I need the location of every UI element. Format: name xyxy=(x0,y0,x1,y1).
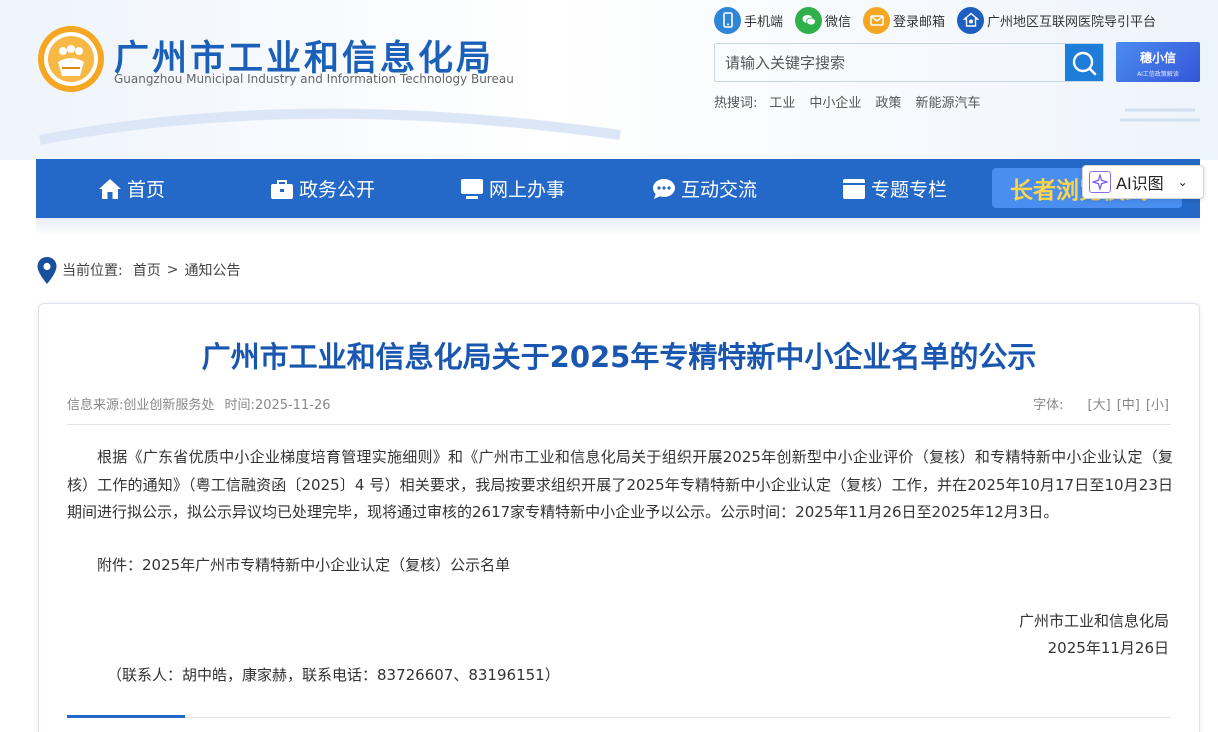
article-body: 根据《广东省优质中小企业梯度培育管理实施细则》和《广州市工业和信息化局关于组织开… xyxy=(67,448,1173,521)
mobile-link[interactable]: 手机端 xyxy=(714,6,784,34)
font-size-small[interactable]: [小] xyxy=(1146,394,1169,413)
nav-special-topics[interactable]: 专题专栏 xyxy=(842,175,947,202)
breadcrumb: 当前位置: 首页 > 通知公告 xyxy=(36,255,240,285)
search-button[interactable] xyxy=(1065,44,1103,81)
breadcrumb-home[interactable]: 首页 xyxy=(133,260,161,280)
top-links: 手机端 微信 登录邮箱 广州地区互联网医院导引平台 xyxy=(714,6,1168,34)
article-source: 创业创新服务处 xyxy=(123,398,215,413)
monitor-icon xyxy=(461,178,483,199)
ai-banner-subtitle: AI工信政策解读 xyxy=(1137,71,1179,78)
site-name-english: Guangzhou Municipal Industry and Informa… xyxy=(114,72,514,86)
time-label: 时间: xyxy=(224,398,255,413)
main-nav: 首页 政务公开 网上办事 互动交流 专题专栏 长者浏览模式 xyxy=(36,159,1200,218)
ai-image-recognition-widget[interactable]: AI识图 ⌄ xyxy=(1082,165,1204,199)
nav-government-affairs-label: 政务公开 xyxy=(299,179,376,201)
folder-icon xyxy=(843,178,865,199)
sparkle-icon xyxy=(1089,171,1111,193)
ai-widget-label: AI识图 xyxy=(1116,174,1164,193)
nav-shadow xyxy=(36,218,1200,236)
hot-words-label: 热搜词: xyxy=(714,96,758,111)
title-divider xyxy=(67,424,1171,425)
hot-word[interactable]: 新能源汽车 xyxy=(915,92,980,111)
attachment-link[interactable]: 附件：2025年广州市专精特新中小企业认定（复核）公示名单 xyxy=(97,554,510,575)
article-title: 广州市工业和信息化局关于2025年专精特新中小企业名单的公示 xyxy=(201,340,1037,374)
footer-accent xyxy=(67,715,185,718)
font-size-large[interactable]: [大] xyxy=(1088,394,1111,413)
home-icon xyxy=(99,178,121,199)
hospital-icon xyxy=(957,6,985,34)
font-size-medium[interactable]: [中] xyxy=(1117,394,1140,413)
hot-words: 热搜词: 工业 中小企业 政策 新能源汽车 xyxy=(714,92,994,111)
search-icon xyxy=(1072,51,1097,75)
wechat-link[interactable]: 微信 xyxy=(795,6,852,34)
font-size-label: 字体: xyxy=(1033,398,1064,413)
search-box xyxy=(714,43,1104,82)
hot-word[interactable]: 中小企业 xyxy=(809,92,861,111)
nav-online-services-label: 网上办事 xyxy=(489,179,566,201)
nav-online-services[interactable]: 网上办事 xyxy=(460,175,565,202)
signature-organization: 广州市工业和信息化局 xyxy=(1018,612,1169,630)
wechat-link-label: 微信 xyxy=(825,14,852,30)
signature-date: 2025年11月26日 xyxy=(1047,639,1169,657)
chat-icon xyxy=(653,178,675,199)
hot-word[interactable]: 工业 xyxy=(769,92,795,111)
article-meta: 信息来源:创业创新服务处 时间:2025-11-26 xyxy=(67,394,337,413)
mail-link-label: 登录邮箱 xyxy=(893,14,946,30)
breadcrumb-notices[interactable]: 通知公告 xyxy=(184,260,240,280)
mail-icon xyxy=(863,6,891,34)
chevron-down-icon[interactable]: ⌄ xyxy=(1178,175,1188,189)
location-pin-icon xyxy=(37,256,57,284)
article-panel: 广州市工业和信息化局关于2025年专精特新中小企业名单的公示 信息来源:创业创新… xyxy=(38,303,1200,732)
nav-home[interactable]: 首页 xyxy=(98,175,165,202)
nav-home-label: 首页 xyxy=(127,179,166,201)
breadcrumb-label: 当前位置: xyxy=(62,263,123,279)
breadcrumb-separator: > xyxy=(166,262,179,278)
bureau-logo xyxy=(38,26,104,92)
briefcase-icon xyxy=(271,179,293,199)
font-size-switcher: 字体: [大] [中] [小] xyxy=(1033,394,1169,413)
search-input[interactable] xyxy=(715,44,1065,81)
source-label: 信息来源: xyxy=(67,398,124,413)
hospital-platform-link[interactable]: 广州地区互联网医院导引平台 xyxy=(957,6,1157,34)
article-date: 2025-11-26 xyxy=(254,398,331,413)
ai-banner-title: 穗小信 xyxy=(1139,51,1176,65)
mail-link[interactable]: 登录邮箱 xyxy=(863,6,946,34)
footer-divider xyxy=(67,717,1171,718)
hot-word[interactable]: 政策 xyxy=(875,92,901,111)
mobile-icon xyxy=(714,6,741,34)
mobile-link-label: 手机端 xyxy=(744,14,784,30)
wechat-icon xyxy=(795,6,823,34)
nav-special-topics-label: 专题专栏 xyxy=(871,179,948,201)
nav-government-affairs[interactable]: 政务公开 xyxy=(270,175,375,202)
hospital-platform-label: 广州地区互联网医院导引平台 xyxy=(987,14,1157,30)
contact-info: （联系人：胡中皓，康家赫，联系电话：83726607、83196151） xyxy=(107,666,560,684)
nav-interaction-label: 互动交流 xyxy=(681,179,758,201)
nav-interaction[interactable]: 互动交流 xyxy=(652,175,757,202)
ai-assistant-banner[interactable]: 穗小信 AI工信政策解读 xyxy=(1116,42,1200,82)
site-header: 广州市工业和信息化局 Guangzhou Municipal Industry … xyxy=(0,0,1218,160)
